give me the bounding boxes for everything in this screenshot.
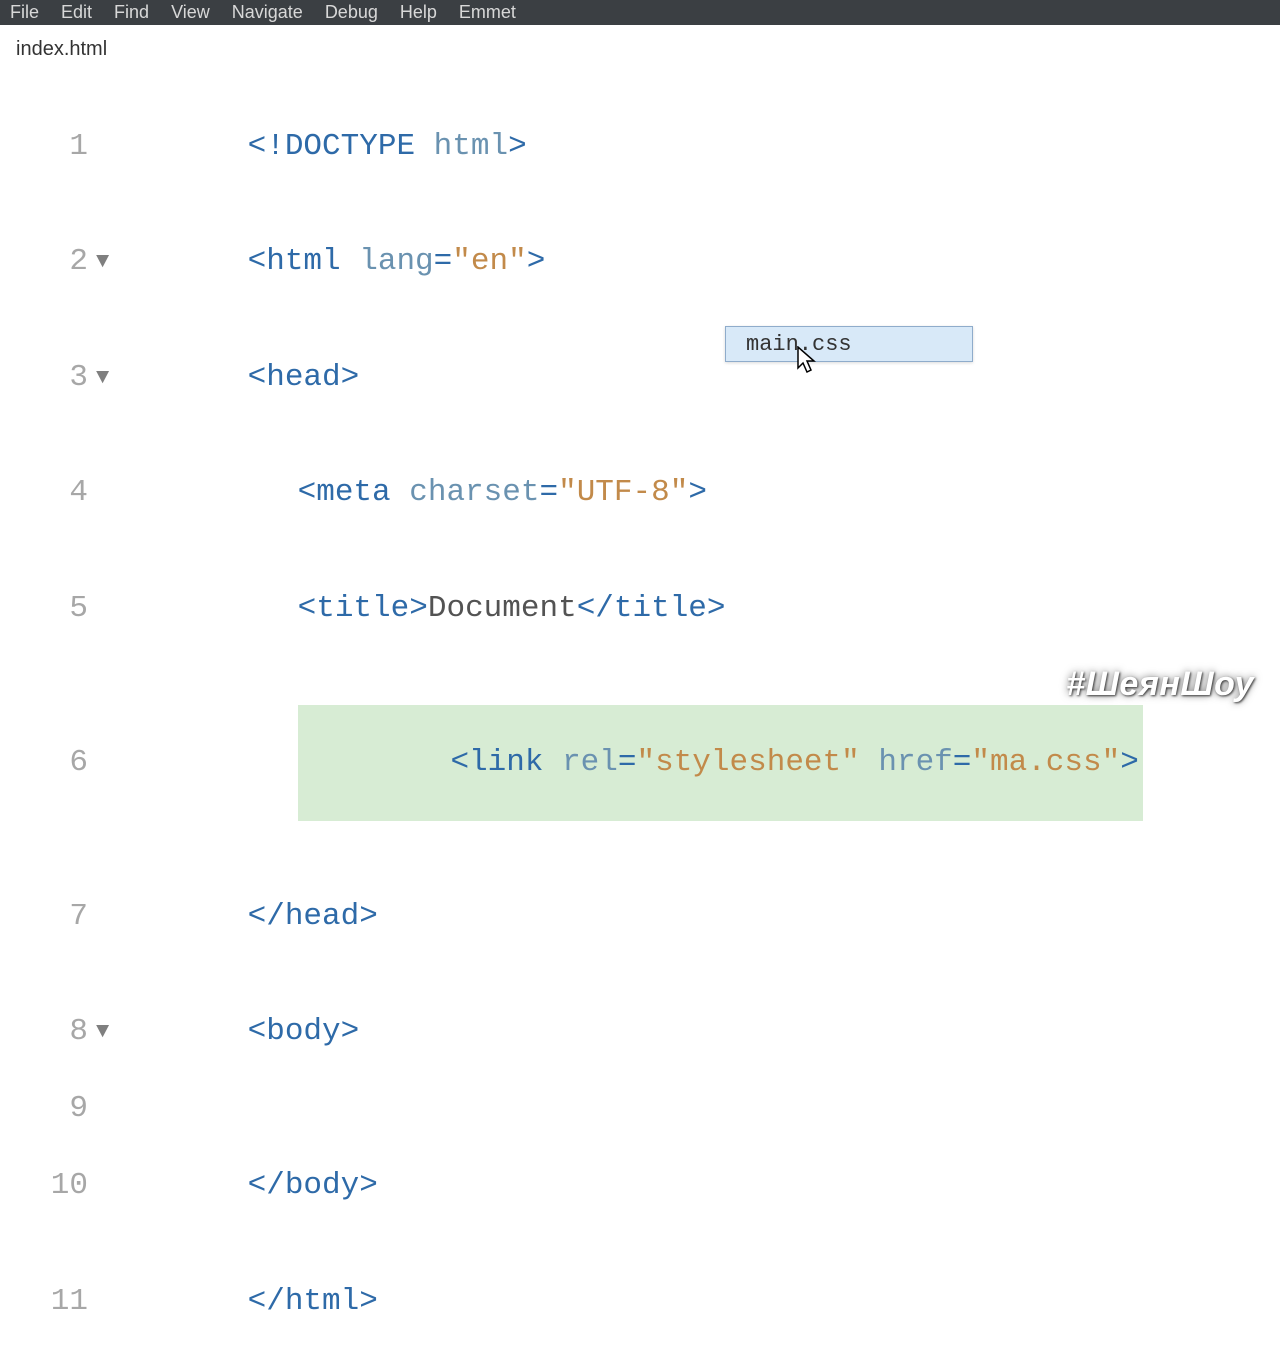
menu-navigate[interactable]: Navigate <box>232 2 303 23</box>
menu-help[interactable]: Help <box>400 2 437 23</box>
token-tag: <head> <box>248 360 360 395</box>
token-space <box>860 745 879 780</box>
fold-caret-icon[interactable]: ▼ <box>96 1021 120 1043</box>
code-editor[interactable]: 1 <!DOCTYPE html> 2 ▼ <html lang="en"> 3… <box>0 67 1280 1360</box>
active-line-highlight: <link rel="stylesheet" href="ma.css"> <box>298 705 1143 821</box>
line-number: 5 <box>0 590 96 629</box>
menu-file[interactable]: File <box>10 2 39 23</box>
fold-caret-icon[interactable]: ▼ <box>96 251 120 273</box>
token-tag: <title> <box>298 591 428 626</box>
token-tag: <link <box>450 745 543 780</box>
token-tag: <body> <box>248 1014 360 1049</box>
code-line[interactable]: 5 <title>Document</title> <box>0 551 1280 667</box>
token-tag: = <box>434 244 453 279</box>
code-line[interactable]: 11 </html> <box>0 1244 1280 1360</box>
token-tag <box>415 129 434 164</box>
token-tag: </html> <box>248 1284 378 1319</box>
line-number: 6 <box>0 744 96 783</box>
token-space <box>543 745 562 780</box>
token-tag: <meta <box>298 475 391 510</box>
line-number: 11 <box>0 1283 96 1322</box>
line-number: 1 <box>0 128 96 167</box>
token-tag: = <box>953 745 972 780</box>
token-tag: > <box>527 244 546 279</box>
line-number: 4 <box>0 474 96 513</box>
token-tag: > <box>1120 745 1139 780</box>
code-line[interactable]: 1 <!DOCTYPE html> <box>0 89 1280 205</box>
line-number: 7 <box>0 898 96 937</box>
token-attr: charset <box>409 475 539 510</box>
menu-view[interactable]: View <box>171 2 210 23</box>
token-attr: rel <box>562 745 618 780</box>
token-tag: > <box>688 475 707 510</box>
code-line[interactable]: 4 <meta charset="UTF-8"> <box>0 436 1280 552</box>
line-number: 10 <box>0 1167 96 1206</box>
token-tag: = <box>618 745 637 780</box>
token-tag: = <box>539 475 558 510</box>
menu-edit[interactable]: Edit <box>61 2 92 23</box>
code-line[interactable]: 7 </head> <box>0 859 1280 975</box>
autocomplete-popup[interactable]: main.css <box>725 326 973 362</box>
token-tag: <!DOCTYPE <box>248 129 415 164</box>
line-number: 2 <box>0 243 96 282</box>
menu-emmet[interactable]: Emmet <box>459 2 516 23</box>
menu-find[interactable]: Find <box>114 2 149 23</box>
token-tag: <html <box>248 244 341 279</box>
token-value: "en" <box>452 244 526 279</box>
menu-debug[interactable]: Debug <box>325 2 378 23</box>
autocomplete-item[interactable]: main.css <box>746 332 852 357</box>
token-tag: </title> <box>577 591 726 626</box>
code-line[interactable]: 9 <box>0 1090 1280 1129</box>
token-tag: </head> <box>248 899 378 934</box>
token-attr: lang <box>359 244 433 279</box>
menubar: File Edit Find View Navigate Debug Help … <box>0 0 1280 25</box>
code-line[interactable]: 2 ▼ <html lang="en"> <box>0 205 1280 321</box>
code-line[interactable]: 8 ▼ <body> <box>0 975 1280 1091</box>
code-line[interactable]: 3 ▼ <head> <box>0 320 1280 436</box>
token-attr: html <box>434 129 508 164</box>
token-tag: </body> <box>248 1168 378 1203</box>
line-number: 8 <box>0 1013 96 1052</box>
token-value: "stylesheet" <box>637 745 860 780</box>
token-tag: > <box>508 129 527 164</box>
tab-index-html[interactable]: index.html <box>0 30 123 67</box>
token-attr: href <box>878 745 952 780</box>
watermark: #ШеянШоу <box>1066 665 1254 704</box>
token-text: Document <box>428 591 577 626</box>
tab-bar: index.html <box>0 25 1280 67</box>
line-number: 9 <box>0 1090 96 1129</box>
token-space <box>391 475 410 510</box>
fold-caret-icon[interactable]: ▼ <box>96 367 120 389</box>
token-value: "UTF-8" <box>558 475 688 510</box>
code-line[interactable]: 10 </body> <box>0 1129 1280 1245</box>
token-space <box>341 244 360 279</box>
line-number: 3 <box>0 359 96 398</box>
token-value: "ma.css" <box>971 745 1120 780</box>
